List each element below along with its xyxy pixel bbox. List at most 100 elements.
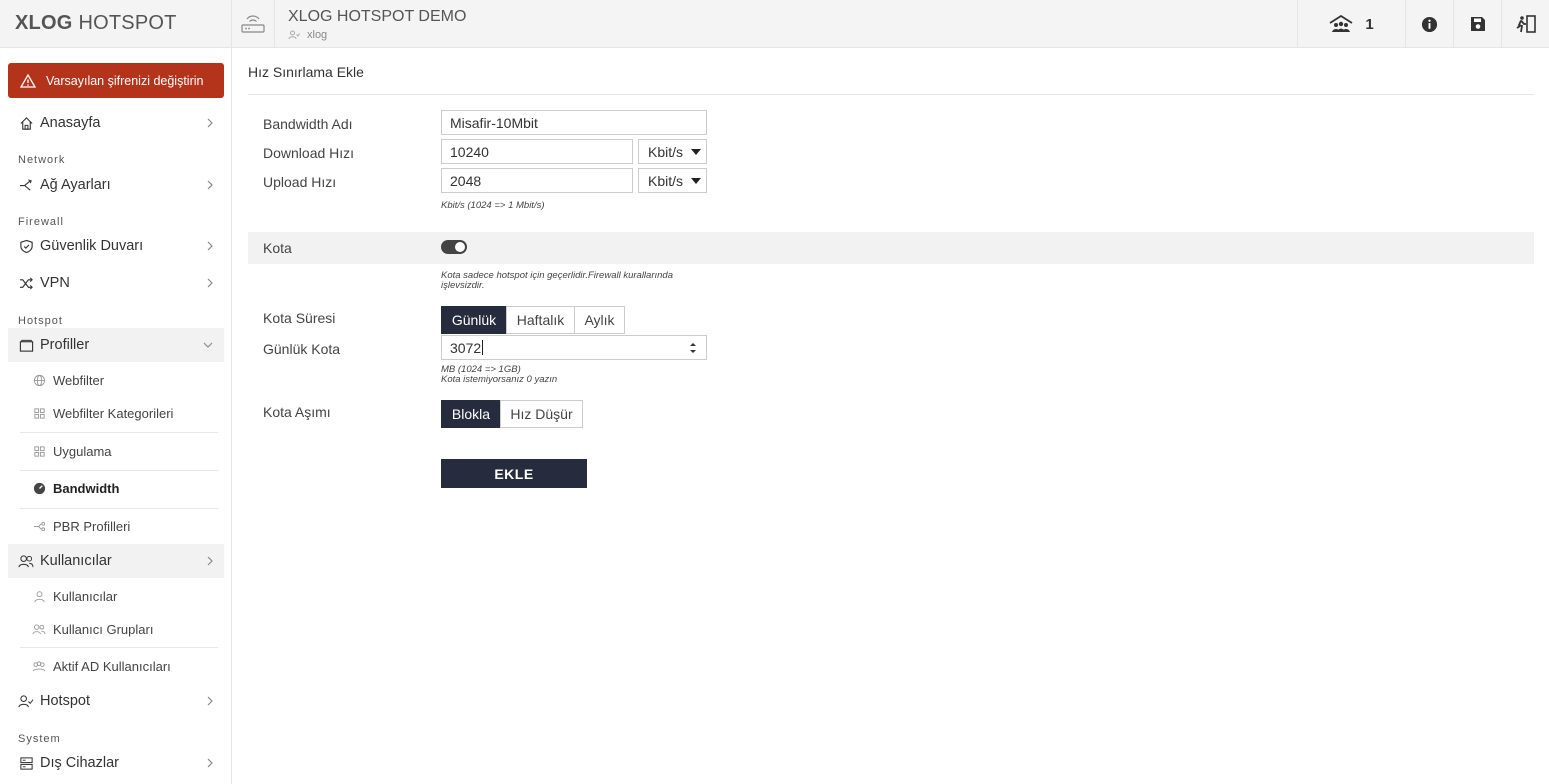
router-button[interactable] bbox=[232, 0, 275, 48]
sidebar-subitem-users[interactable]: Kullanıcılar bbox=[20, 579, 218, 613]
section-firewall: Firewall bbox=[18, 216, 64, 228]
brand-logo[interactable]: XLOG HOTSPOT bbox=[0, 0, 231, 48]
logout-icon bbox=[1516, 15, 1536, 33]
sidebar-item-label: Ağ Ayarları bbox=[40, 177, 111, 193]
user-check-icon bbox=[18, 693, 34, 709]
sidebar-item-label: Anasayfa bbox=[40, 115, 101, 131]
server-icon bbox=[18, 755, 34, 771]
text-cursor bbox=[482, 340, 484, 355]
download-speed-input[interactable]: 10240 bbox=[441, 139, 633, 164]
home-icon bbox=[18, 115, 34, 131]
chevron-down-icon bbox=[203, 342, 213, 348]
info-button[interactable] bbox=[1405, 0, 1453, 48]
sidebar-subitem-label: Webfilter bbox=[53, 372, 105, 388]
daily-quota-value: 3072 bbox=[450, 339, 482, 356]
warning-icon bbox=[20, 73, 36, 88]
quota-period-monthly[interactable]: Aylık bbox=[574, 306, 625, 334]
section-system: System bbox=[18, 733, 61, 745]
sidebar-item-firewall[interactable]: Güvenlik Duvarı bbox=[8, 229, 224, 263]
chevron-right-icon bbox=[207, 118, 213, 128]
daily-quota-hint-2: Kota istemiyorsanız 0 yazın bbox=[441, 374, 558, 385]
sidebar: XLOG HOTSPOT Varsayılan şifrenizi değişt… bbox=[0, 0, 232, 784]
username: xlog bbox=[307, 29, 328, 41]
quota-period-daily[interactable]: Günlük bbox=[441, 306, 507, 334]
quota-toggle[interactable] bbox=[441, 240, 467, 254]
sidebar-subitem-webfilter[interactable]: Webfilter bbox=[20, 363, 218, 397]
sidebar-item-vpn[interactable]: VPN bbox=[8, 266, 224, 300]
brand-bold: XLOG bbox=[15, 12, 73, 34]
download-unit-select[interactable]: Kbit/s bbox=[638, 139, 707, 164]
sidebar-item-label: VPN bbox=[40, 275, 70, 291]
user-icon bbox=[288, 30, 300, 40]
quota-period-weekly[interactable]: Haftalık bbox=[506, 306, 575, 334]
user-icon bbox=[32, 589, 46, 603]
quota-period-group: Günlük Haftalık Aylık bbox=[441, 306, 625, 334]
upload-unit-value: Kbit/s bbox=[648, 172, 684, 189]
sidebar-subitem-user-groups[interactable]: Kullanıcı Grupları bbox=[20, 612, 218, 646]
sidebar-item-label: Kullanıcılar bbox=[40, 553, 112, 569]
change-password-alert[interactable]: Varsayılan şifrenizi değiştirin bbox=[8, 63, 224, 98]
overflow-block[interactable]: Blokla bbox=[441, 400, 501, 428]
sidebar-subitem-application[interactable]: Uygulama bbox=[20, 434, 218, 468]
toggle-knob bbox=[455, 242, 465, 252]
download-speed-label: Download Hızı bbox=[263, 145, 355, 161]
online-users-button[interactable]: 1 bbox=[1297, 0, 1405, 48]
users-icon bbox=[18, 553, 34, 569]
quota-overflow-group: Blokla Hız Düşür bbox=[441, 400, 583, 428]
router-icon bbox=[241, 15, 265, 33]
sidebar-subitem-active-ad-users[interactable]: Aktif AD Kullanıcıları bbox=[20, 649, 218, 683]
caret-down-icon bbox=[691, 178, 701, 184]
sidebar-item-users[interactable]: Kullanıcılar bbox=[8, 544, 224, 578]
grid-icon bbox=[32, 406, 46, 420]
brand-rest: HOTSPOT bbox=[78, 12, 177, 34]
upload-unit-select[interactable]: Kbit/s bbox=[638, 168, 707, 193]
add-button[interactable]: EKLE bbox=[441, 459, 587, 488]
page-title: Hız Sınırlama Ekle bbox=[248, 64, 364, 80]
shield-icon bbox=[18, 238, 34, 254]
bandwidth-name-label: Bandwidth Adı bbox=[263, 116, 353, 132]
sidebar-item-label: Hotspot bbox=[40, 693, 90, 709]
number-stepper-icon[interactable] bbox=[689, 341, 697, 355]
section-network: Network bbox=[18, 154, 66, 166]
chevron-right-icon bbox=[207, 241, 213, 251]
apps-icon bbox=[32, 444, 46, 458]
sidebar-subitem-label: PBR Profilleri bbox=[53, 518, 131, 534]
current-user: xlog bbox=[288, 29, 327, 41]
sidebar-subitem-label: Webfilter Kategorileri bbox=[53, 405, 174, 421]
divider bbox=[248, 94, 1534, 95]
sidebar-subitem-pbr-profiles[interactable]: PBR Profilleri bbox=[20, 509, 218, 543]
daily-quota-label: Günlük Kota bbox=[263, 341, 341, 357]
logout-button[interactable] bbox=[1501, 0, 1549, 48]
save-button[interactable] bbox=[1453, 0, 1501, 48]
globe-icon bbox=[32, 373, 46, 387]
sidebar-item-profiles[interactable]: Profiller bbox=[8, 328, 224, 362]
divider bbox=[20, 647, 218, 648]
chevron-right-icon bbox=[207, 180, 213, 190]
info-icon bbox=[1421, 16, 1438, 32]
sidebar-item-network[interactable]: Ağ Ayarları bbox=[8, 168, 224, 202]
sidebar-subitem-label: Bandwidth bbox=[53, 480, 120, 496]
speed-hint: Kbit/s (1024 => 1 Mbit/s) bbox=[441, 200, 545, 211]
bandwidth-name-input[interactable]: Misafir-10Mbit bbox=[441, 110, 707, 135]
shuffle-icon bbox=[18, 275, 34, 291]
caret-down-icon bbox=[691, 149, 701, 155]
route-icon bbox=[32, 519, 46, 533]
sidebar-item-label: Dış Cihazlar bbox=[40, 755, 119, 771]
sidebar-subitem-label: Kullanıcı Grupları bbox=[53, 621, 154, 637]
sidebar-item-external-devices[interactable]: Dış Cihazlar bbox=[8, 746, 224, 780]
top-header: XLOG HOTSPOT DEMO xlog 1 bbox=[232, 0, 1549, 48]
share-icon bbox=[18, 177, 34, 193]
upload-speed-input[interactable]: 2048 bbox=[441, 168, 633, 193]
sidebar-subitem-webfilter-categories[interactable]: Webfilter Kategorileri bbox=[20, 396, 218, 430]
chevron-right-icon bbox=[207, 278, 213, 288]
sidebar-item-hotspot[interactable]: Hotspot bbox=[8, 684, 224, 718]
daily-quota-input[interactable]: 3072 bbox=[441, 335, 707, 360]
chevron-right-icon bbox=[207, 556, 213, 566]
section-hotspot: Hotspot bbox=[18, 315, 63, 327]
divider bbox=[20, 432, 218, 433]
sidebar-subitem-label: Kullanıcılar bbox=[53, 588, 118, 604]
folder-icon bbox=[18, 337, 34, 353]
sidebar-item-home[interactable]: Anasayfa bbox=[8, 106, 224, 140]
overflow-throttle[interactable]: Hız Düşür bbox=[500, 400, 583, 428]
sidebar-subitem-bandwidth[interactable]: Bandwidth bbox=[20, 471, 218, 505]
